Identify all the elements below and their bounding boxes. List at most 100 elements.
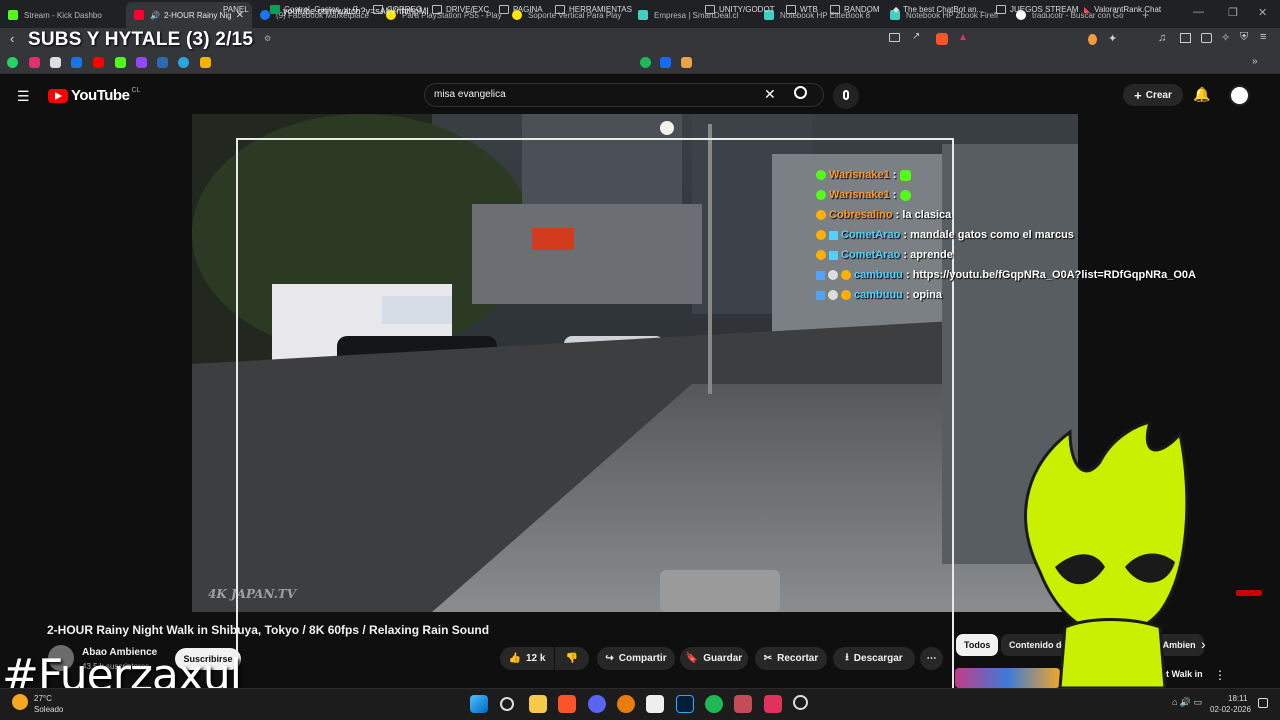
bookmark-folder-herramientas[interactable]: HERRAMIENTAS (555, 5, 632, 14)
menu-icon[interactable]: ≡ (1260, 31, 1266, 43)
bookmark-control-gastos[interactable]: Control_Gastos_y_G... (270, 5, 365, 14)
vpn-icon[interactable]: ⛨ (1240, 31, 1248, 44)
behance-icon[interactable] (660, 57, 671, 68)
folder-icon (996, 5, 1006, 14)
obs-icon[interactable] (793, 695, 808, 710)
bookmark-folder-unity[interactable]: UNITY/GODOT (705, 5, 775, 14)
smartdeal-icon (638, 10, 648, 20)
clock-time[interactable]: 18:11 (1228, 694, 1247, 703)
youtube-play-icon (48, 88, 68, 103)
x-icon[interactable] (50, 57, 61, 68)
valorant-icon: ◣ (1084, 5, 1091, 14)
spotify-icon[interactable] (705, 695, 723, 713)
tab-kick[interactable]: Stream - Kick Dashbo (0, 2, 126, 28)
kick-icon[interactable] (115, 57, 126, 68)
more-actions-button[interactable]: ⋯ (920, 647, 943, 670)
bookmark-folder-juegos[interactable]: JUEGOS STREAM (996, 5, 1078, 14)
youtube-logo[interactable]: YouTube CL (48, 87, 140, 104)
ai-icon[interactable]: ✧ (1221, 31, 1230, 44)
sidebar-icon[interactable] (1180, 33, 1191, 43)
blender-icon[interactable] (617, 695, 635, 713)
notification-center-icon[interactable] (1258, 698, 1268, 708)
emote-icon (899, 169, 911, 181)
paypal-icon[interactable] (157, 57, 168, 68)
clip-button[interactable]: ✂ Recortar (755, 647, 827, 670)
avatar[interactable] (1229, 85, 1250, 106)
notifications-bell-icon[interactable]: 🔔 (1193, 86, 1210, 103)
subscribe-watermark-icon[interactable] (1236, 590, 1262, 596)
sub-badge-icon (816, 230, 826, 240)
bookmark-folder-pagina[interactable]: PAGINA (499, 5, 543, 14)
brave-tab-icon[interactable] (734, 695, 752, 713)
youtube-icon[interactable] (93, 57, 104, 68)
share-page-icon[interactable]: ↗ (912, 31, 920, 42)
discord-icon[interactable] (588, 695, 606, 713)
folder-icon (432, 5, 442, 14)
maximize-icon[interactable]: ❐ (1228, 6, 1238, 19)
chevron-right-icon[interactable]: › (1201, 636, 1206, 652)
notion-icon[interactable] (646, 695, 664, 713)
share-button[interactable]: ↪ Compartir (597, 647, 675, 670)
windows-start-icon[interactable] (470, 695, 488, 713)
media-icon[interactable]: ♫ (1158, 32, 1166, 44)
chat-separator: : (889, 169, 900, 181)
extension-icon[interactable] (1088, 34, 1097, 45)
bookmark-valorantrank[interactable]: ◣ ValorantRank.Chat (1084, 5, 1161, 14)
brave-rewards-icon[interactable]: ▲ (958, 32, 968, 43)
instagram-icon[interactable] (29, 57, 40, 68)
chat-username: CometArao (841, 229, 901, 241)
download-button[interactable]: ⭳ Descargar (833, 647, 915, 670)
search-input[interactable]: misa evangelica (434, 89, 506, 100)
taskbar-search-icon[interactable] (500, 697, 514, 711)
telegram-icon[interactable] (178, 57, 189, 68)
bookmark-folder-correo[interactable]: CORREO (373, 5, 422, 14)
sheets-icon[interactable] (200, 57, 211, 68)
bookmark-icon[interactable] (71, 57, 82, 68)
minimize-icon[interactable]: — (1193, 6, 1204, 18)
more-bookmarks-icon[interactable]: » (1252, 56, 1258, 67)
create-button[interactable]: + Crear (1123, 84, 1183, 106)
brave-shield-icon[interactable] (936, 33, 948, 45)
extensions-icon[interactable]: ✦ (1108, 32, 1117, 45)
bookmark-icon[interactable] (640, 57, 651, 68)
clear-search-icon[interactable]: ✕ (764, 86, 776, 103)
bookmark-panel[interactable]: PANEL (223, 5, 249, 14)
kebab-menu-icon[interactable]: ⋮ (1214, 668, 1226, 682)
chip-todos[interactable]: Todos (956, 634, 999, 656)
save-button[interactable]: 🔖 Guardar (680, 647, 748, 670)
system-tray-icons[interactable]: ⌂ 🔊 ▭ (1172, 697, 1202, 708)
weather-temperature[interactable]: 27°C (34, 694, 52, 703)
twitch-icon[interactable] (136, 57, 147, 68)
bookmark-folder-drive[interactable]: DRIVE/EXC (432, 5, 489, 14)
bookmark-folder-random[interactable]: RANDOM (830, 5, 880, 14)
mascot-flame-logo (1024, 422, 1189, 688)
bookmark-folder-wtb[interactable]: WTB (786, 5, 818, 14)
app-red-icon[interactable] (764, 695, 782, 713)
bookmark-chatbot[interactable]: ◆ The best ChatBot an... (893, 5, 983, 14)
file-explorer-icon[interactable] (529, 695, 547, 713)
photoshop-icon[interactable] (676, 695, 694, 713)
brave-browser-icon[interactable] (558, 695, 576, 713)
back-icon[interactable]: ‹ (10, 31, 14, 46)
hamburger-menu-icon[interactable]: ☰ (17, 88, 30, 105)
bookmark-icon: 🔖 (685, 653, 699, 664)
like-button[interactable]: 👍 12 k (500, 647, 554, 670)
site-info-icon[interactable]: ⚙ (264, 34, 271, 43)
whatsapp-icon[interactable] (7, 57, 18, 68)
close-window-icon[interactable]: ✕ (1258, 6, 1267, 19)
bookmark-icon[interactable] (681, 57, 692, 68)
chat-message: CometArao : mandale gatos como el marcus (816, 229, 1074, 241)
weather-sun-icon[interactable] (12, 694, 28, 710)
search-icon[interactable] (794, 86, 807, 99)
cast-icon[interactable] (889, 33, 900, 42)
bookmark-label: HERRAMIENTAS (569, 5, 632, 14)
clock-date[interactable]: 02-02-2026 (1210, 705, 1251, 714)
scissors-icon: ✂ (763, 653, 773, 664)
sub-badge-icon (841, 270, 851, 280)
dislike-button[interactable]: 👎 (555, 647, 589, 670)
wallet-icon[interactable] (1201, 33, 1212, 43)
kick-icon (8, 10, 18, 20)
voice-search-button[interactable] (833, 83, 859, 109)
bookmark-label: Control_Gastos_y_G... (284, 5, 366, 14)
youtube-icon (134, 10, 144, 20)
